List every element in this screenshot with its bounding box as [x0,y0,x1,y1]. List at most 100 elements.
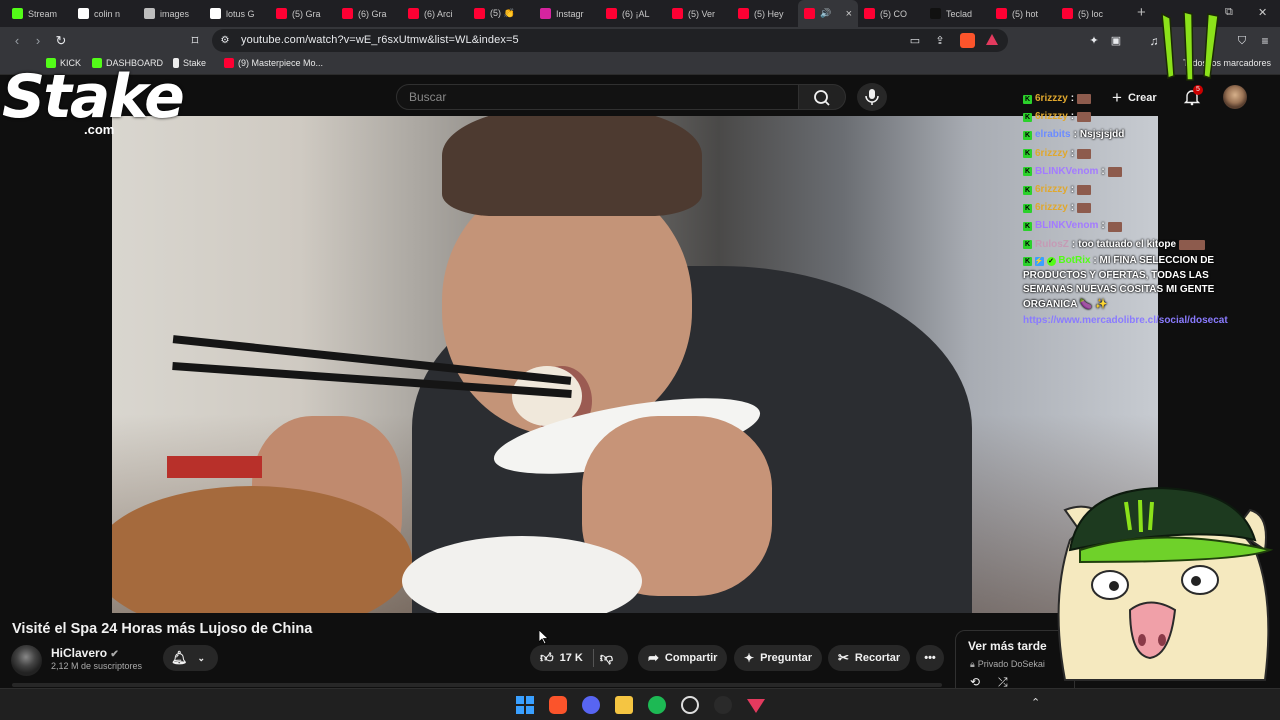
divider [592,649,594,667]
verified-icon: ✔ [110,649,119,660]
chat-message: K 6rizzzy: [1023,181,1253,199]
browser-tab[interactable]: 🔊 × [798,0,858,27]
share-button[interactable]: ➦ Compartir [638,645,728,671]
tab-label: (5) Ver [688,8,716,19]
tab-favicon-icon [210,8,221,19]
forward-icon[interactable]: › [29,32,47,50]
app-icon[interactable] [714,696,732,714]
tab-favicon-icon [606,8,617,19]
browser-tab[interactable]: (5) CO [858,0,924,27]
playlist-privacy: 🔒︎ Privado DoSekai [970,659,1045,670]
discord-icon[interactable] [582,696,600,714]
emote-icon [1107,166,1122,177]
address-bar-url[interactable]: youtube.com/watch?v=wE_r6sxUtmw&list=WL&… [241,34,519,46]
browser-tab[interactable]: (5) 👏 [468,0,534,27]
browser-tab[interactable]: (6) Arci [402,0,468,27]
video-player[interactable] [112,116,1158,613]
tab-label: lotus G [226,8,255,19]
sidebar-icon[interactable]: ▣ [1107,32,1125,50]
new-tab-button[interactable]: + [1137,4,1146,21]
browser-tab[interactable]: images [138,0,204,27]
tab-label: 🔊 [820,8,832,18]
thumbs-up-icon: 👍︎ [540,650,554,665]
site-settings-icon[interactable]: ⚙ [216,32,234,50]
chat-text: Nsjsjsjdd [1079,129,1125,141]
tab-label: Stream [28,8,58,19]
like-button[interactable]: 👍︎ 17 K [540,650,583,666]
bookmark-masterpiece[interactable]: (9) Masterpiece Mo... [224,58,323,68]
chat-username: 6rizzzy [1035,93,1068,104]
file-explorer-icon[interactable] [615,696,633,714]
browser-tab[interactable]: (5) Ver [666,0,732,27]
cast-icon[interactable]: ▭ [906,32,924,50]
kick-badge-icon: K [1023,94,1032,104]
tab-favicon-icon [738,8,749,19]
bot-badge-icon: ⚡ [1034,256,1044,266]
more-icon: ••• [924,652,936,664]
loop-icon[interactable]: ⟲ [970,675,980,689]
browser-tab[interactable]: Teclad [924,0,990,27]
chatgpt-icon[interactable] [681,696,699,714]
close-tab-icon[interactable]: × [846,8,852,20]
tab-label: images [160,8,190,19]
reload-icon[interactable]: ↻ [52,32,70,50]
tab-favicon-icon [12,8,23,19]
brave-shield-icon[interactable] [960,33,975,48]
lock-icon: 🔒︎ [970,659,975,669]
chat-username: elrabits [1035,129,1071,141]
mouse-cursor-icon [539,630,549,644]
scissors-icon: ✂ [838,650,849,665]
vpn-icon[interactable]: ⛉ [1233,32,1251,50]
browser-tab[interactable]: (6) Gra [336,0,402,27]
description-box-edge [12,683,942,687]
chat-username: BLINKVenom [1035,165,1099,177]
voice-search-button[interactable] [857,83,887,111]
tab-favicon-icon [474,8,485,19]
tab-label: (5) loc [1078,8,1104,19]
browser-tab[interactable]: (5) Hey [732,0,798,27]
kick-badge-icon: K [1023,222,1032,232]
extensions-icon[interactable]: ✦ [1085,32,1103,50]
playlist-title[interactable]: Ver más tarde [968,639,1047,653]
menu-icon[interactable]: ≡ [1256,32,1274,50]
search-input[interactable] [396,84,799,110]
close-window-button[interactable]: ✕ [1258,6,1267,19]
chat-message: K 6rizzzy: [1023,199,1253,217]
browser-tab[interactable]: Stream [6,0,72,27]
windows-start-icon[interactable] [516,696,534,714]
ask-button[interactable]: ✦ Preguntar [734,645,823,671]
kick-badge-icon: K [1023,185,1032,195]
kick-badge-icon: K [1023,256,1032,266]
browser-tab[interactable]: (5) loc [1056,0,1122,27]
browser-tab[interactable]: colin n [72,0,138,27]
emote-icon [1077,185,1092,196]
browser-tab[interactable]: Instagr [534,0,600,27]
emote-icon [1077,203,1092,214]
channel-avatar[interactable] [11,645,42,676]
share-page-icon[interactable]: ⇪ [931,32,949,50]
like-count: 17 K [559,652,583,664]
tab-label: Teclad [946,8,973,19]
brave-browser-icon[interactable] [549,696,567,714]
browser-tab[interactable]: (5) hot [990,0,1056,27]
tray-chevron-icon[interactable]: ⌃ [1031,696,1040,709]
chat-username: 6rizzzy [1035,111,1068,123]
browser-tab[interactable]: (5) Gra [270,0,336,27]
bell-icon: 🔔︎ [171,650,188,665]
spotify-icon[interactable] [648,696,666,714]
browser-tab[interactable]: lotus G [204,0,270,27]
chat-link[interactable]: https://www.mercadolibre.cl/social/dosec… [1023,314,1253,329]
subscription-bell-button[interactable]: 🔔︎ ⌄ [163,645,218,671]
browser-tab[interactable]: (6) ¡AL [600,0,666,27]
clip-button[interactable]: ✂ Recortar [828,645,911,671]
chat-username: 6rizzzy [1035,147,1068,159]
brave-rewards-icon[interactable] [986,34,998,45]
more-actions-button[interactable]: ••• [916,645,944,671]
share-label: Compartir [664,652,718,664]
channel-name[interactable]: HiClavero ✔ [51,646,119,660]
bookmark-icon[interactable]: ⌑ [186,32,204,50]
brave-rewards-taskbar-icon[interactable] [747,699,765,713]
dislike-button[interactable]: 👎︎ [600,650,613,666]
back-icon[interactable]: ‹ [8,32,26,50]
search-button[interactable] [798,84,846,110]
